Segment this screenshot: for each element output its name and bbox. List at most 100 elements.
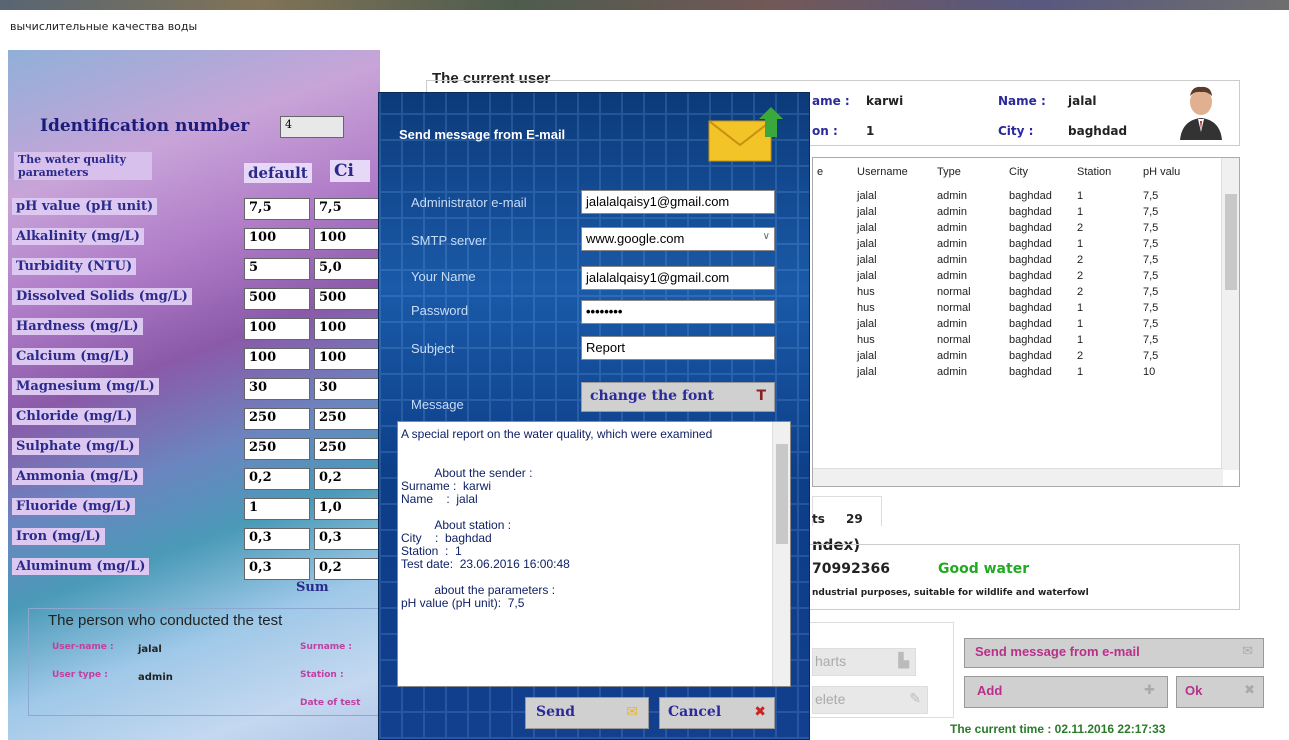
param-ci-field[interactable]: 0,3 [314, 528, 380, 550]
table-cell: admin [937, 366, 967, 378]
table-cell [813, 332, 853, 348]
table-cell: baghdad [1009, 206, 1052, 218]
table-row[interactable]: jalal admin baghdad 2 7,5 [813, 252, 1199, 268]
param-label: Alkalinity (mg/L) [12, 228, 144, 245]
message-text: A special report on the water quality, w… [401, 427, 713, 610]
param-default-value: 100 [244, 318, 310, 340]
table-row[interactable]: jalal admin baghdad 2 7,5 [813, 220, 1199, 236]
param-ci-field[interactable]: 30 [314, 378, 380, 400]
table-row[interactable]: jalal admin baghdad 2 7,5 [813, 348, 1199, 364]
table-cell: 7,5 [1143, 190, 1159, 202]
smtp-select[interactable]: www.google.com ∨ [581, 227, 775, 251]
table-column-header[interactable]: Station [1073, 166, 1139, 188]
font-icon: T [756, 388, 766, 404]
table-cell: baghdad [1009, 238, 1052, 250]
table-cell: jalal [857, 270, 877, 282]
table-cell [813, 188, 853, 204]
table-row[interactable]: hus normal baghdad 1 7,5 [813, 300, 1199, 316]
admin-email-field[interactable]: jalalalqaisy1@gmail.com [581, 190, 775, 214]
password-field[interactable]: •••••••• [581, 300, 775, 324]
table-cell: 7,5 [1143, 254, 1159, 266]
cancel-button-label: Cancel [668, 704, 722, 720]
param-ci-field[interactable]: 0,2 [314, 468, 380, 490]
default-column-header: default [244, 163, 312, 183]
records-table[interactable]: e Username Type City Station pH valu jalal adm… [812, 157, 1240, 487]
table-cell: admin [937, 350, 967, 362]
param-label: Dissolved Solids (mg/L) [12, 288, 192, 305]
param-ci-field[interactable]: 250 [314, 408, 380, 430]
param-ci-field[interactable]: 5,0 [314, 258, 380, 280]
scrollbar-thumb[interactable] [1225, 194, 1237, 290]
admin-email-label: Administrator e-mail [411, 195, 527, 210]
param-default-value: 250 [244, 408, 310, 430]
table-row[interactable]: jalal admin baghdad 1 7,5 [813, 316, 1199, 332]
table-cell: 7,5 [1143, 318, 1159, 330]
identification-field[interactable]: 4 [280, 116, 344, 138]
message-textarea[interactable]: A special report on the water quality, w… [397, 421, 791, 687]
table-row[interactable]: jalal admin baghdad 1 7,5 [813, 236, 1199, 252]
param-label: Turbidity (NTU) [12, 258, 137, 275]
table-row[interactable]: jalal admin baghdad 2 7,5 [813, 268, 1199, 284]
change-font-label: change the font [590, 388, 714, 404]
table-cell: 1 [1077, 366, 1084, 378]
message-scrollbar[interactable] [772, 422, 790, 686]
table-cell [813, 204, 853, 220]
count-value: 29 [846, 512, 863, 526]
table-cell: baghdad [1009, 350, 1052, 362]
table-column-header[interactable]: Username [853, 166, 933, 188]
table-row[interactable]: hus normal baghdad 2 7,5 [813, 284, 1199, 300]
change-font-button[interactable]: change the font T [581, 382, 775, 412]
table-column-header[interactable]: Type [933, 166, 1005, 188]
person-group-title: The person who conducted the test [48, 612, 283, 629]
table-row[interactable]: jalal admin baghdad 1 7,5 [813, 188, 1199, 204]
param-label: Iron (mg/L) [12, 528, 105, 545]
param-ci-field[interactable]: 1,0 [314, 498, 380, 520]
cancel-button[interactable]: Cancel ✖ [659, 697, 775, 729]
send-button[interactable]: Send ✉ [525, 697, 649, 729]
your-name-label: Your Name [411, 269, 476, 284]
param-ci-field[interactable]: 100 [314, 228, 380, 250]
table-cell: 7,5 [1143, 350, 1159, 362]
subject-field[interactable]: Report [581, 336, 775, 360]
table-cell: 1 [1077, 238, 1084, 250]
table-row[interactable]: hus normal baghdad 1 7,5 [813, 332, 1199, 348]
table-cell: baghdad [1009, 270, 1052, 282]
param-ci-field[interactable]: 0,2 [314, 558, 380, 580]
table-row[interactable]: jalal admin baghdad 1 10 [813, 364, 1199, 380]
param-ci-field[interactable]: 100 [314, 348, 380, 370]
table-cell: 7,5 [1143, 206, 1159, 218]
ok-button[interactable]: Ok ✖ [1176, 676, 1264, 708]
table-column-header[interactable]: pH valu [1139, 166, 1199, 188]
param-ci-field[interactable]: 7,5 [314, 198, 380, 220]
table-column-header[interactable]: City [1005, 166, 1073, 188]
table-cell: admin [937, 318, 967, 330]
delete-button-label: elete [815, 691, 846, 707]
table-vertical-scrollbar[interactable] [1221, 158, 1239, 470]
param-ci-field[interactable]: 250 [314, 438, 380, 460]
add-button[interactable]: Add ✚ [964, 676, 1168, 708]
your-name-field[interactable]: jalalalqaisy1@gmail.com [581, 266, 775, 290]
delete-button[interactable]: elete ✎ [812, 686, 928, 714]
table-row[interactable]: jalal admin baghdad 1 7,5 [813, 204, 1199, 220]
param-ci-field[interactable]: 500 [314, 288, 380, 310]
chevron-down-icon: ∨ [762, 231, 770, 242]
table-cell: jalal [857, 206, 877, 218]
table-cell: 1 [1077, 302, 1084, 314]
username-value: jalal [138, 644, 162, 655]
table-cell: baghdad [1009, 366, 1052, 378]
table-cell: jalal [857, 350, 877, 362]
table-column-header[interactable]: e [813, 166, 853, 188]
message-scrollbar-thumb[interactable] [776, 444, 788, 544]
send-email-button[interactable]: Send message from e-mail ✉ [964, 638, 1264, 668]
table-cell: hus [857, 334, 875, 346]
station-label: Station : [300, 670, 344, 680]
table-cell [813, 284, 853, 300]
smtp-label: SMTP server [411, 233, 487, 248]
table-cell: baghdad [1009, 254, 1052, 266]
table-cell: jalal [857, 190, 877, 202]
charts-button[interactable]: harts ▙ [812, 648, 916, 676]
close-icon: ✖ [754, 704, 766, 720]
table-horizontal-scrollbar[interactable] [813, 468, 1223, 486]
param-ci-field[interactable]: 100 [314, 318, 380, 340]
station-label-right: on : [812, 124, 838, 138]
